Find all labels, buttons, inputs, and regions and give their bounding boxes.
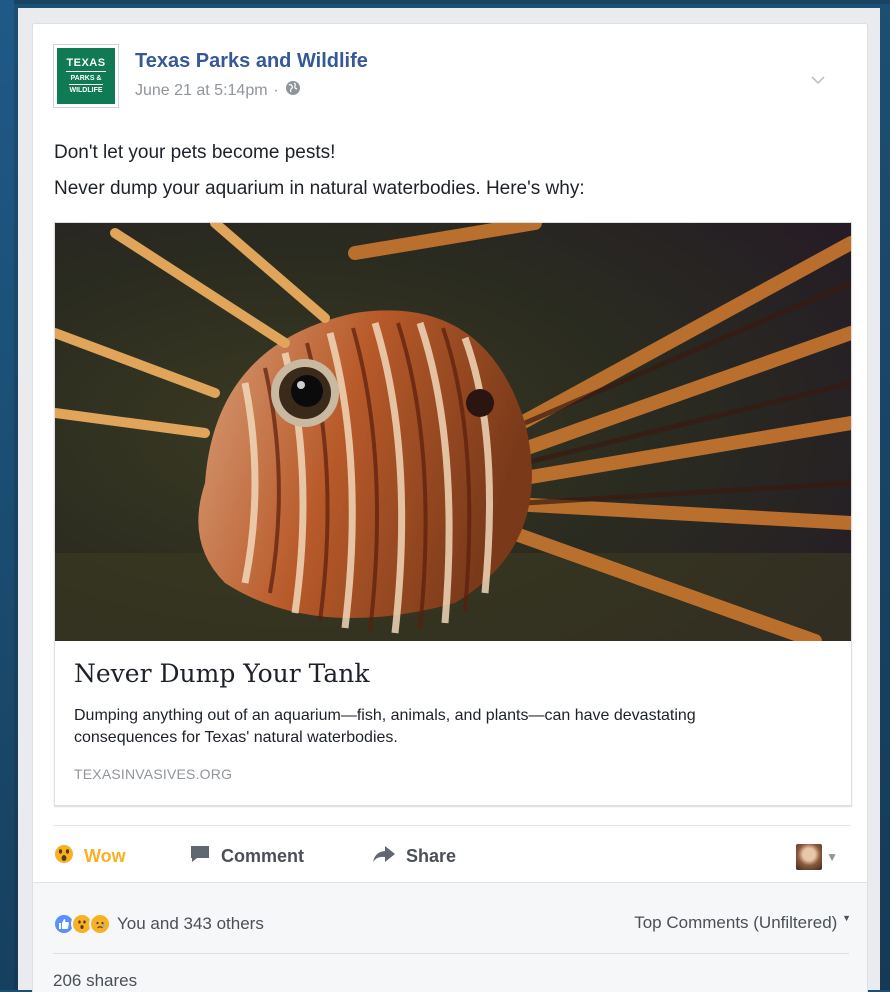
feed-area: TEXAS PARKS & WILDLIFE Texas Parks and W…	[18, 8, 880, 992]
window-left-edge	[0, 0, 14, 990]
page-name-link[interactable]: Texas Parks and Wildlife	[135, 50, 368, 73]
post-footer: You and 343 others Top Comments (Unfilte…	[33, 882, 867, 992]
post-timestamp[interactable]: June 21 at 5:14pm	[135, 82, 268, 100]
meta-separator: ·	[273, 81, 279, 99]
wow-label: Wow	[84, 845, 126, 866]
comment-bubble-icon	[189, 844, 211, 869]
caret-down-icon: ▼	[826, 850, 838, 864]
post-actions-bar: Wow Comment Share ▼	[54, 836, 850, 876]
comment-sort-dropdown[interactable]: Top Comments (Unfiltered) ▼	[634, 913, 851, 933]
window-top-edge	[0, 0, 890, 4]
post-card: TEXAS PARKS & WILDLIFE Texas Parks and W…	[32, 23, 868, 992]
post-options-chevron-icon[interactable]	[811, 72, 825, 88]
sad-reaction-icon	[89, 913, 111, 935]
link-domain: TEXASINVASIVES.ORG	[74, 766, 233, 782]
page-avatar[interactable]: TEXAS PARKS & WILDLIFE	[53, 44, 119, 108]
comment-label: Comment	[221, 845, 305, 866]
lionfish-photo[interactable]	[55, 223, 851, 641]
comment-sort-label: Top Comments (Unfiltered)	[634, 913, 838, 932]
reaction-summary[interactable]: You and 343 others	[53, 913, 264, 935]
link-description: Dumping anything out of an aquarium—fish…	[74, 707, 696, 746]
tpwd-logo: TEXAS PARKS & WILDLIFE	[57, 48, 115, 104]
wow-reaction-button[interactable]: Wow	[54, 836, 126, 876]
share-arrow-icon	[372, 844, 396, 869]
post-text-line1: Don't let your pets become pests!	[54, 142, 336, 163]
share-count[interactable]: 206 shares	[53, 971, 137, 991]
globe-icon[interactable]	[285, 80, 301, 101]
share-button[interactable]: Share	[372, 836, 456, 876]
post-header: TEXAS PARKS & WILDLIFE Texas Parks and W…	[53, 44, 833, 108]
share-label: Share	[406, 845, 457, 866]
sort-caret-icon: ▼	[842, 913, 851, 923]
post-text-line2: Never dump your aquarium in natural wate…	[54, 178, 585, 199]
comment-button[interactable]: Comment	[189, 836, 304, 876]
post-meta: June 21 at 5:14pm ·	[135, 80, 301, 101]
logo-line3: WILDLIFE	[69, 84, 103, 94]
link-preview[interactable]: Never Dump Your Tank Dumping anything ou…	[54, 222, 852, 806]
logo-line2: PARKS &	[70, 75, 102, 82]
wow-face-icon	[54, 844, 74, 869]
actions-divider	[54, 825, 850, 826]
logo-line1: TEXAS	[66, 58, 106, 72]
footer-divider	[53, 953, 849, 954]
user-avatar	[796, 844, 823, 870]
post-as-selector[interactable]: ▼	[796, 844, 838, 870]
link-title[interactable]: Never Dump Your Tank	[74, 659, 370, 688]
reaction-count[interactable]: You and 343 others	[117, 914, 264, 934]
